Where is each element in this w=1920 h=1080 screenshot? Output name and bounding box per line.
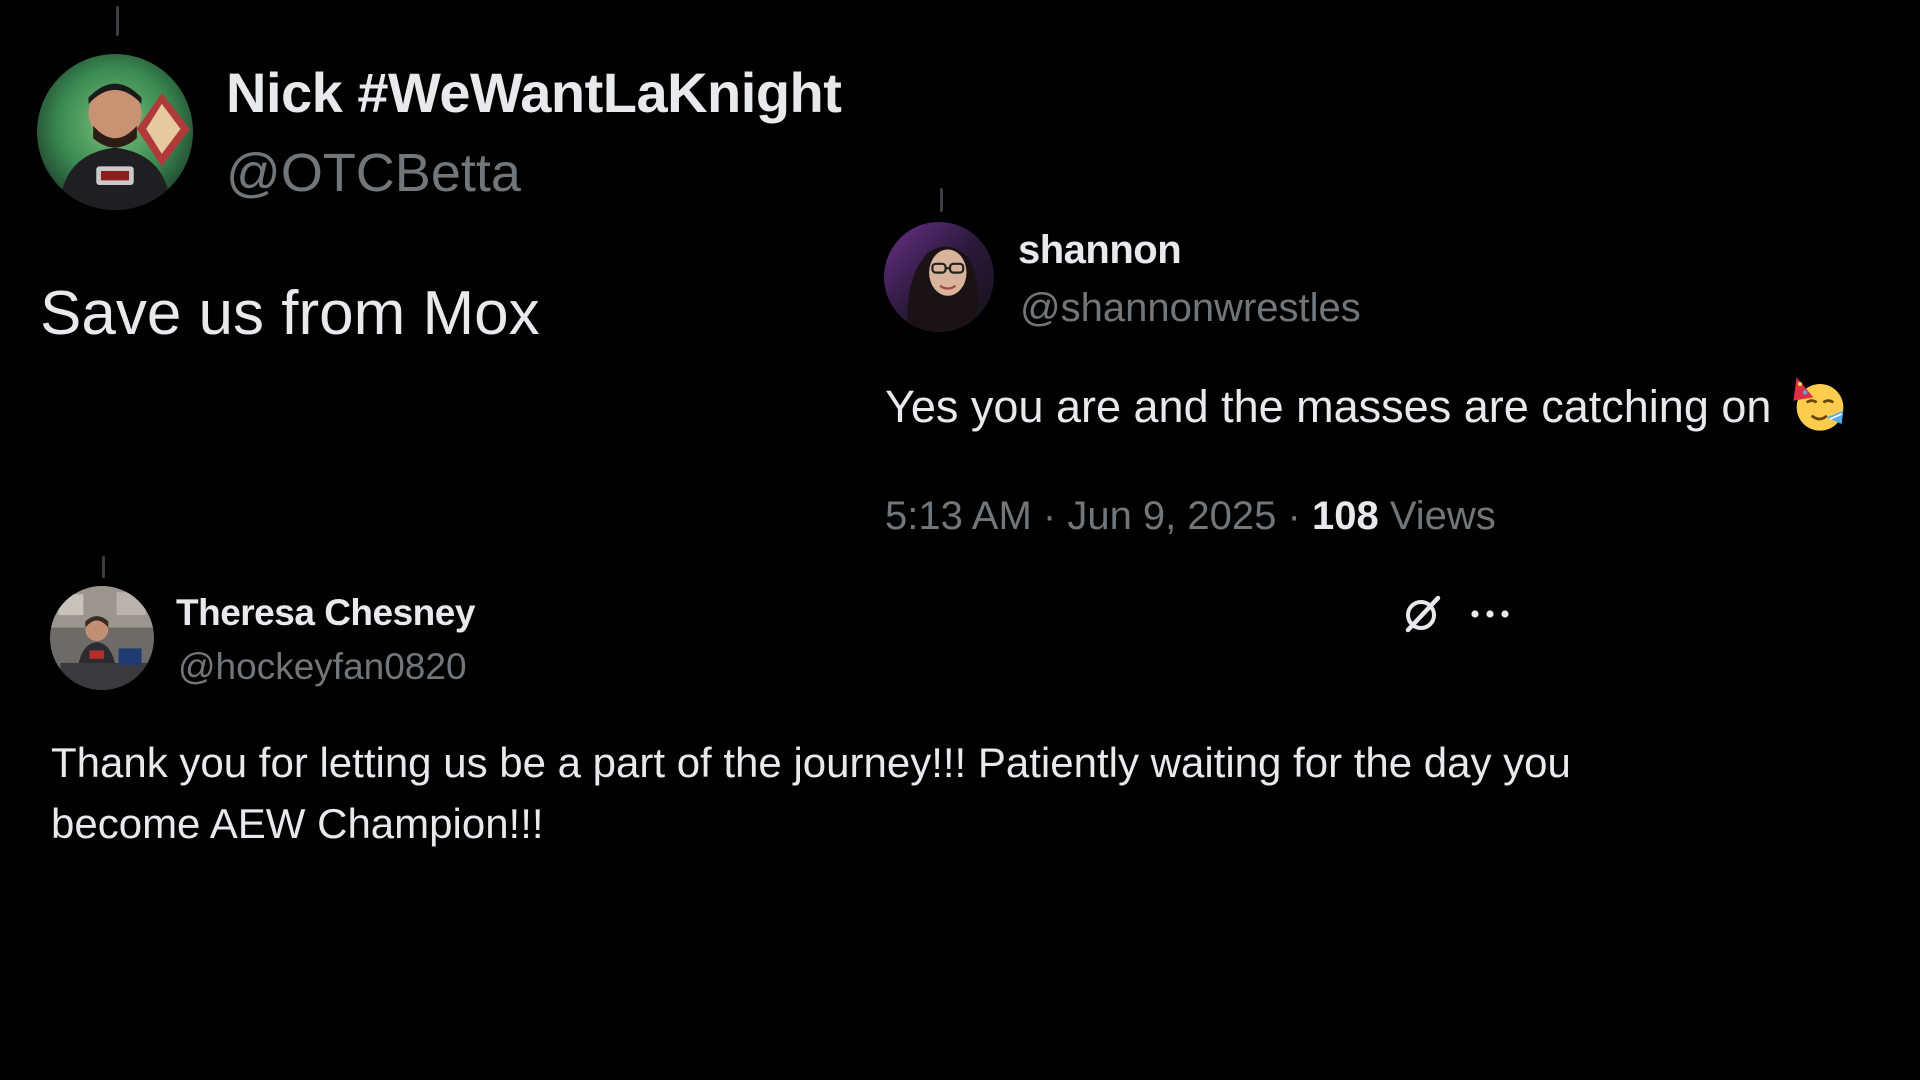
avatar-icon — [50, 586, 154, 690]
thread-connector — [102, 556, 105, 578]
grok-icon[interactable] — [1396, 588, 1448, 640]
avatar[interactable] — [50, 586, 154, 690]
tweet-text: Thank you for letting us be a part of th… — [51, 739, 1571, 847]
display-name[interactable]: Theresa Chesney — [176, 592, 475, 634]
tweet-card: Theresa Chesney @hockeyfan0820 Thank you… — [0, 0, 1920, 1080]
more-icon[interactable] — [1462, 588, 1518, 640]
user-handle[interactable]: @hockeyfan0820 — [178, 646, 467, 688]
